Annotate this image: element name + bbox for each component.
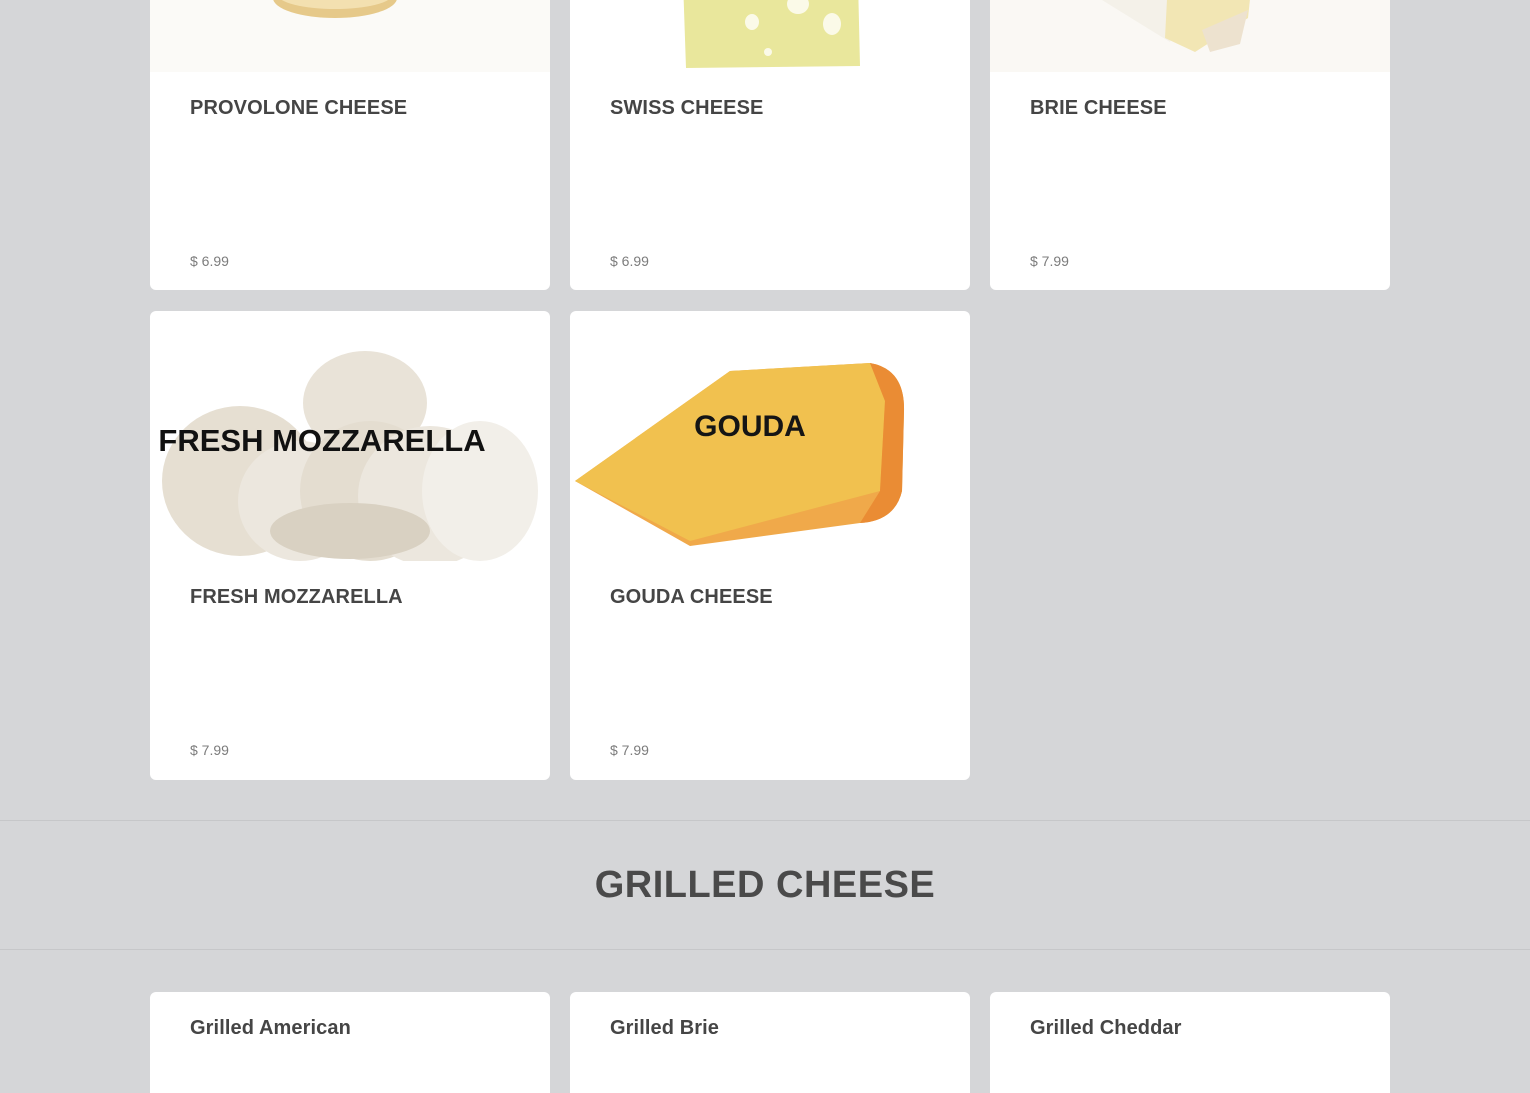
- item-price: $ 6.99: [190, 253, 229, 269]
- mozzarella-image-text: FRESH MOZZARELLA: [158, 423, 485, 458]
- menu-item-card-brie[interactable]: BRIE CHEESE $ 7.99: [990, 0, 1390, 290]
- item-price: $ 7.99: [1030, 253, 1069, 269]
- menu-item-card-provolone[interactable]: PROVOLONE CHEESE $ 6.99: [150, 0, 550, 290]
- menu-item-card-swiss[interactable]: SWISS CHEESE $ 6.99: [570, 0, 970, 290]
- menu-item-card-grilled-cheddar[interactable]: Grilled Cheddar: [990, 992, 1390, 1093]
- menu-item-card-grilled-american[interactable]: Grilled American: [150, 992, 550, 1093]
- menu-item-card-gouda[interactable]: GOUDA GOUDA CHEESE $ 7.99: [570, 311, 970, 780]
- mozzarella-image: FRESH MOZZARELLA: [150, 341, 550, 561]
- item-title: BRIE CHEESE: [1030, 97, 1167, 119]
- menu-item-card-mozzarella[interactable]: FRESH MOZZARELLA FRESH MOZZARELLA $ 7.99: [150, 311, 550, 780]
- item-title: FRESH MOZZARELLA: [190, 586, 403, 608]
- section-header: GRILLED CHEESE: [0, 820, 1530, 950]
- menu-page: PROVOLONE CHEESE $ 6.99 SWISS CHEESE $ 6…: [0, 0, 1530, 1093]
- item-title: GOUDA CHEESE: [610, 586, 773, 608]
- gouda-image-text: GOUDA: [694, 410, 806, 443]
- item-title: Grilled Brie: [610, 1017, 720, 1039]
- item-price: $ 7.99: [190, 742, 229, 758]
- brie-image: [990, 0, 1390, 72]
- item-price: $ 7.99: [610, 742, 649, 758]
- item-price: $ 6.99: [610, 253, 649, 269]
- swiss-cheese-image: [570, 0, 970, 72]
- provolone-image: [150, 0, 550, 72]
- menu-item-card-grilled-brie[interactable]: Grilled Brie: [570, 992, 970, 1093]
- item-title: Grilled Cheddar: [1030, 1017, 1182, 1039]
- item-title: Grilled American: [190, 1017, 351, 1039]
- gouda-image: GOUDA: [570, 341, 970, 561]
- section-title: GRILLED CHEESE: [594, 864, 936, 906]
- item-title: SWISS CHEESE: [610, 97, 764, 119]
- item-title: PROVOLONE CHEESE: [190, 97, 408, 119]
